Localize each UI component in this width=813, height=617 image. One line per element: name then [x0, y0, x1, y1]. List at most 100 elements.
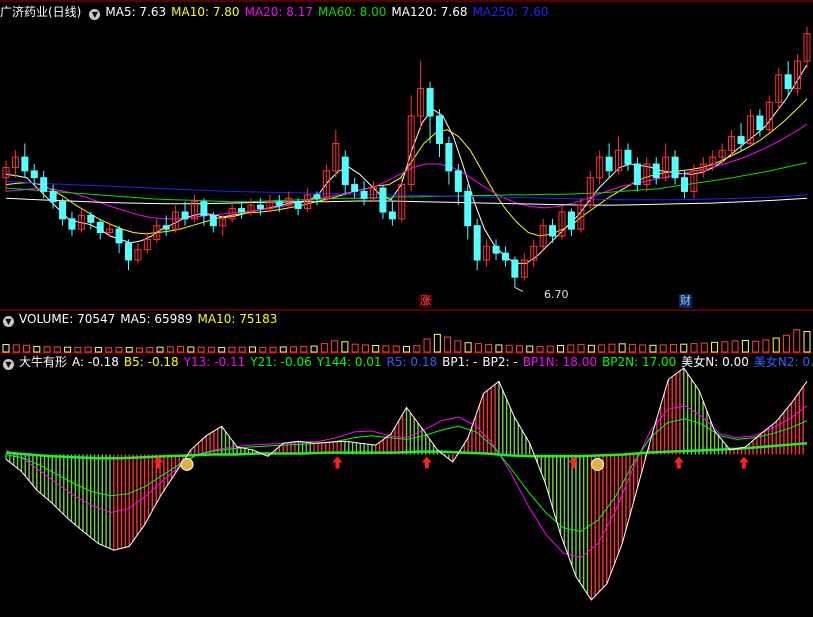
volume-bar: [218, 347, 226, 353]
candle-body: [454, 170, 462, 192]
indicator-value: BP1N: 18.00: [522, 355, 597, 369]
indicator-value: BP1: -: [442, 355, 478, 369]
candle-body: [652, 163, 660, 179]
volume-bar: [136, 347, 143, 353]
candle-body: [209, 214, 217, 227]
volume-bar: [526, 345, 534, 353]
volume-bar: [53, 346, 61, 353]
candle-body: [784, 74, 792, 90]
volume-bar: [659, 344, 667, 353]
indicator-value: 大牛有形: [19, 355, 68, 369]
collapse-toggle-icon[interactable]: ▼: [89, 9, 101, 20]
candle-body: [238, 208, 246, 213]
money-bag-icon: [180, 457, 194, 471]
candle-body: [181, 211, 189, 220]
volume-bar: [464, 342, 472, 353]
volume-bar: [320, 343, 328, 353]
financial-report-tag[interactable]: 财: [679, 294, 692, 308]
candle-body: [756, 115, 764, 131]
candle-body: [680, 177, 688, 192]
volume-indicator-values: VOLUME: 70547 MA5: 65989 MA10: 75183: [19, 312, 282, 326]
candle-body: [624, 149, 632, 165]
buy-arrow-icon: [421, 456, 432, 469]
buy-arrow-icon: [673, 456, 684, 469]
candle-body: [30, 170, 38, 179]
candle-body: [21, 156, 29, 172]
indicator-value: MA20: 8.17: [244, 5, 313, 19]
indicator-value: MA5: 7.63: [105, 5, 167, 19]
indicator-value: MA120: 7.68: [391, 5, 468, 19]
candle-body: [87, 214, 95, 223]
indicator-value: B5: -0.18: [123, 355, 179, 369]
volume-bar: [474, 343, 482, 353]
volume-bar: [454, 340, 462, 353]
candle-body: [341, 156, 349, 186]
volume-bar: [752, 340, 760, 353]
stock-title: 广济药业(日线): [0, 5, 82, 19]
volume-bars: [2, 329, 811, 353]
volume-bar: [166, 346, 174, 353]
candle-body: [313, 194, 321, 199]
osc-line-a: [5, 367, 808, 601]
volume-bar: [310, 345, 318, 353]
volume-bar: [392, 345, 400, 353]
volume-bar: [341, 341, 349, 353]
indicator-value: MA10: 75183: [197, 312, 278, 326]
volume-bar: [2, 344, 10, 353]
volume-bar: [228, 346, 236, 353]
volume-bar: [546, 345, 554, 353]
volume-bar: [505, 344, 513, 353]
volume-bar: [74, 346, 82, 353]
collapse-toggle-icon[interactable]: ▼: [3, 316, 14, 327]
volume-bar: [608, 343, 616, 353]
volume-bar: [721, 341, 729, 353]
volume-bar: [361, 344, 369, 353]
volume-bar: [23, 344, 31, 353]
candle-body: [40, 177, 48, 192]
volume-bar: [146, 347, 154, 353]
candle-body: [59, 201, 67, 220]
candle-body: [737, 136, 745, 144]
volume-bar: [259, 346, 267, 353]
candle-body: [96, 221, 104, 234]
volume-bar: [105, 347, 113, 353]
volume-bar: [670, 344, 677, 353]
volume-bar: [177, 345, 185, 353]
volume-bar: [372, 345, 380, 353]
buy-arrow-icon: [568, 456, 579, 469]
volume-bar: [711, 341, 719, 353]
candle-body: [294, 201, 302, 210]
candle-body: [125, 242, 133, 261]
collapse-toggle-icon[interactable]: ▼: [3, 359, 14, 370]
candle-body: [605, 156, 613, 172]
volume-bar: [331, 340, 339, 353]
indicator-value: R5: 0.18: [386, 355, 438, 369]
candle-body: [275, 201, 283, 206]
volume-bar: [515, 345, 523, 353]
indicator-value: BP2: -: [482, 355, 518, 369]
volume-bar: [690, 343, 698, 353]
volume-bar: [94, 347, 102, 353]
candle-body: [379, 187, 387, 213]
volume-bar: [64, 346, 72, 353]
candle-body: [200, 201, 208, 216]
volume-bar: [423, 338, 431, 353]
candle-body: [501, 252, 509, 261]
candle-body: [567, 211, 575, 230]
price-indicator-values: MA5: 7.63 MA10: 7.80 MA20: 8.17 MA60: 8.00 M…: [105, 5, 553, 19]
volume-bar: [248, 346, 256, 353]
volume-bar: [269, 346, 277, 353]
volume-bar: [290, 346, 298, 353]
volume-bar: [680, 343, 688, 353]
buy-arrow-icon: [332, 456, 343, 469]
volume-panel-header: ▼ VOLUME: 70547 MA5: 65989 MA10: 75183: [0, 311, 813, 327]
indicator-value: VOLUME: 70547: [19, 312, 116, 326]
volume-bar: [403, 345, 410, 353]
indicator-value: MA10: 7.80: [171, 5, 240, 19]
indicator-value: Y21: -0.06: [250, 355, 312, 369]
limit-up-tag[interactable]: 涨: [419, 294, 432, 308]
candle-body: [464, 190, 472, 227]
candle-body: [633, 163, 641, 186]
volume-bar: [125, 347, 133, 353]
volume-bar: [485, 344, 493, 353]
